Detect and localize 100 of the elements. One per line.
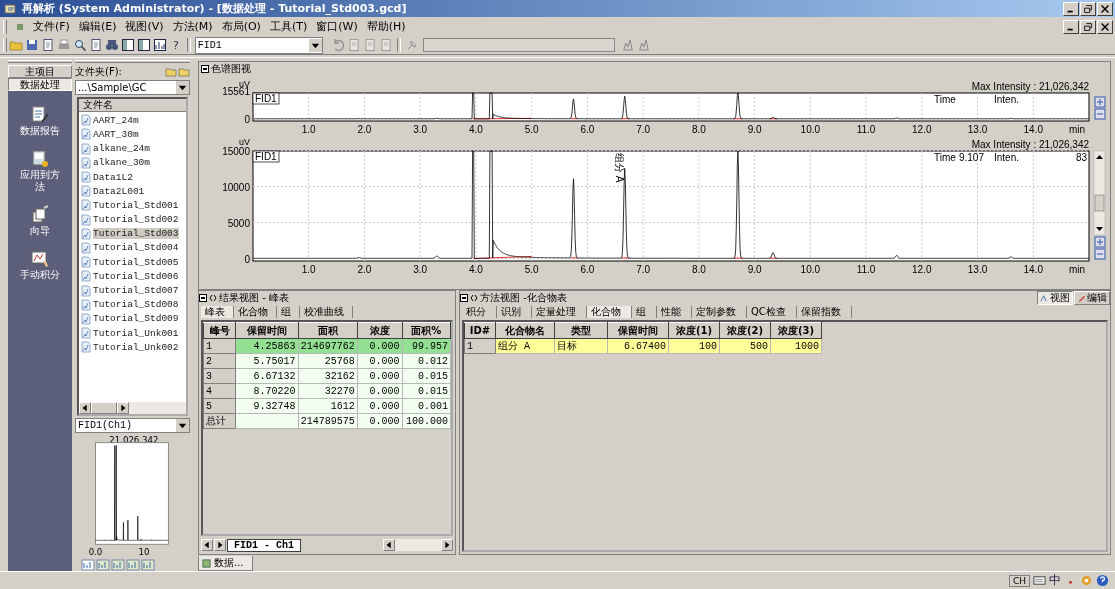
chart-icon[interactable] <box>153 38 167 52</box>
nav-item[interactable]: 应用到方法 <box>18 169 62 193</box>
tab[interactable]: 峰表 <box>201 306 234 319</box>
column-header[interactable]: 保留时间 <box>235 322 299 339</box>
restore-button[interactable] <box>1080 19 1096 34</box>
file-item[interactable]: alkane_30m <box>93 157 150 169</box>
file-item[interactable]: Tutorial_Std002 <box>93 214 179 226</box>
file-item[interactable]: AART_24m <box>93 114 139 126</box>
file-item[interactable]: Tutorial_Std004 <box>93 242 179 254</box>
file-item[interactable]: Tutorial_Unk002 <box>93 341 179 353</box>
wizard-icon[interactable] <box>30 205 50 225</box>
nav-item[interactable]: 向导 <box>18 225 62 237</box>
scroll-left-icon[interactable] <box>383 539 395 552</box>
document-icon[interactable] <box>89 38 103 52</box>
magnifier-icon[interactable] <box>73 38 87 52</box>
tab[interactable]: 性能 <box>657 306 692 319</box>
table-row[interactable]: 2 5.75017 25768 0.000 0.012 <box>203 353 451 369</box>
horizontal-scrollbar[interactable] <box>383 539 453 552</box>
report-icon[interactable] <box>30 105 50 125</box>
document-tab[interactable]: 数据... <box>198 556 253 571</box>
vertical-scrollbar[interactable] <box>1093 150 1106 236</box>
nav-tab[interactable]: 主项目 <box>8 65 72 78</box>
input-language[interactable]: CH <box>1008 574 1030 587</box>
column-header[interactable]: 浓度 <box>357 322 403 339</box>
menu-item[interactable]: 帮助(H) <box>366 19 406 34</box>
zoom-out-icon[interactable] <box>1094 108 1106 120</box>
menu-item[interactable]: 窗口(W) <box>316 19 358 34</box>
horizontal-scrollbar[interactable] <box>79 401 186 414</box>
scroll-left-icon[interactable] <box>201 539 213 552</box>
input-mode[interactable]: 中 <box>1049 572 1061 589</box>
tab[interactable]: 化合物 <box>234 306 277 319</box>
window-icon[interactable] <box>121 38 135 52</box>
zoom-in-icon[interactable] <box>1094 236 1106 248</box>
tab[interactable]: 保留指数 <box>796 306 852 319</box>
document-icon[interactable] <box>41 38 55 52</box>
help-button[interactable]: ? <box>169 38 183 52</box>
file-item[interactable]: Data2L001 <box>93 185 145 197</box>
file-item[interactable]: Tutorial_Unk001 <box>93 327 179 339</box>
column-header[interactable]: 化合物名 <box>495 322 555 339</box>
channel-dropdown[interactable]: FID1 <box>194 36 323 54</box>
column-header[interactable]: 浓度(3) <box>770 322 822 339</box>
expand-icon[interactable] <box>209 294 217 303</box>
folder-dropdown[interactable]: ...\Sample\GC <box>75 79 190 96</box>
tab[interactable]: 化合物 <box>587 306 632 319</box>
minimize-button[interactable] <box>1063 1 1079 16</box>
column-header[interactable]: 文件名 <box>79 99 186 113</box>
zoom-out-icon[interactable] <box>1094 248 1106 260</box>
file-item[interactable]: Tutorial_Std003 <box>93 228 179 240</box>
tab[interactable]: 积分 <box>462 306 497 319</box>
close-button[interactable] <box>1097 19 1113 34</box>
help-icon[interactable] <box>1096 574 1109 587</box>
tab[interactable]: 组 <box>632 306 657 319</box>
expand-icon[interactable] <box>470 294 478 303</box>
menu-item[interactable]: 工具(T) <box>269 19 308 34</box>
column-header[interactable]: 峰号 <box>203 322 236 339</box>
scroll-right-icon[interactable] <box>117 401 129 414</box>
column-header[interactable]: 保留时间 <box>607 322 669 339</box>
collapse-icon[interactable] <box>460 294 468 303</box>
column-header[interactable]: 浓度(2) <box>719 322 771 339</box>
text-field[interactable] <box>422 38 615 52</box>
table-row[interactable]: 5 9.32748 1612 0.000 0.001 <box>203 398 451 414</box>
table-row[interactable]: 1 4.25863 214697762 0.000 99.957 <box>203 338 451 354</box>
file-item[interactable]: Tutorial_Std008 <box>93 299 179 311</box>
keyboard-icon[interactable] <box>1033 574 1046 587</box>
window-icon[interactable] <box>137 38 151 52</box>
column-header[interactable]: 类型 <box>554 322 608 339</box>
table-row[interactable]: 4 8.70220 32270 0.000 0.015 <box>203 383 451 399</box>
scroll-thumb[interactable] <box>91 401 117 414</box>
file-item[interactable]: Tutorial_Std005 <box>93 256 179 268</box>
zoom-in-icon[interactable] <box>1094 96 1106 108</box>
binoculars-icon[interactable] <box>105 38 119 52</box>
edit-button[interactable]: 编辑 <box>1074 291 1110 306</box>
restore-button[interactable] <box>1080 1 1096 16</box>
file-item[interactable]: alkane_24m <box>93 143 150 155</box>
printer-icon[interactable] <box>57 38 71 52</box>
file-item[interactable]: Data1L2 <box>93 171 133 183</box>
tab[interactable]: 校准曲线 <box>300 306 353 319</box>
scroll-left-icon[interactable] <box>79 401 91 414</box>
tab[interactable]: QC检查 <box>747 306 797 319</box>
nav-item[interactable]: 手动积分 <box>18 269 62 281</box>
file-item[interactable]: Tutorial_Std006 <box>93 270 179 282</box>
file-item[interactable]: AART_30m <box>93 128 139 140</box>
menu-item[interactable]: 编辑(E) <box>78 19 117 34</box>
column-header[interactable]: 面积 <box>298 322 358 339</box>
tab[interactable]: 组 <box>277 306 300 319</box>
view-button[interactable]: 视图 <box>1037 291 1073 306</box>
scroll-right-icon[interactable] <box>214 539 226 552</box>
close-button[interactable] <box>1097 1 1113 16</box>
menu-item[interactable]: 布局(O) <box>221 19 261 34</box>
table-row[interactable]: 3 6.67132 32162 0.000 0.015 <box>203 368 451 384</box>
file-item[interactable]: Tutorial_Std001 <box>93 199 179 211</box>
file-item[interactable]: Tutorial_Std007 <box>93 285 179 296</box>
collapse-icon[interactable] <box>199 294 207 303</box>
nav-item[interactable]: 数据报告 <box>18 125 62 137</box>
scroll-right-icon[interactable] <box>441 539 453 552</box>
menu-item[interactable]: 文件(F) <box>33 19 70 34</box>
file-item[interactable]: Tutorial_Std009 <box>93 313 179 325</box>
manual-integration-icon[interactable] <box>30 249 50 269</box>
minimize-button[interactable] <box>1063 19 1079 34</box>
sheet-tab[interactable]: FID1 - Ch1 <box>227 538 301 552</box>
